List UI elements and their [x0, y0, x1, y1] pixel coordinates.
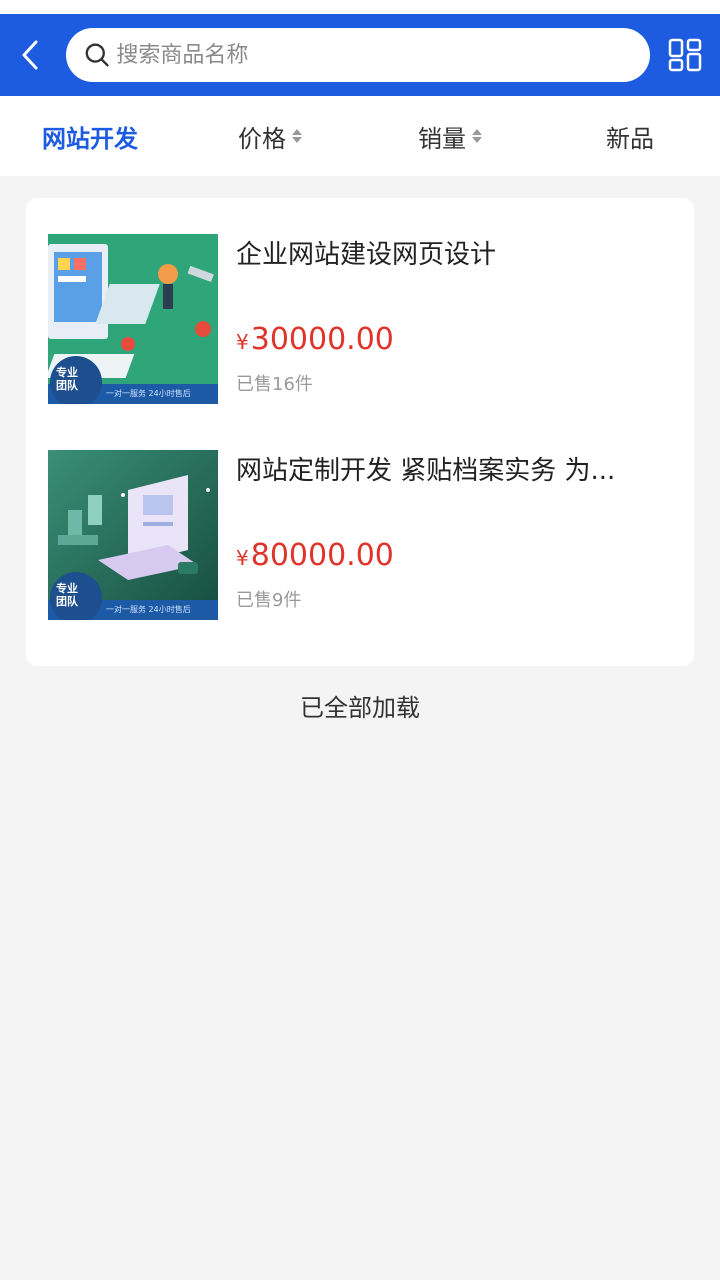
- badge-line1: 专业: [56, 366, 78, 379]
- back-button[interactable]: [20, 33, 54, 77]
- filter-category[interactable]: 网站开发: [0, 119, 180, 154]
- badge-line2: 团队: [56, 595, 78, 608]
- product-title: 网站定制开发 紧贴档案实务 为...: [236, 456, 616, 486]
- chevron-left-icon: [22, 40, 38, 70]
- currency-symbol: ¥: [236, 546, 249, 570]
- product-price: ¥30000.00: [236, 322, 672, 360]
- grid-view-icon: [668, 38, 702, 72]
- top-bar: [0, 14, 720, 96]
- filter-category-label: 网站开发: [42, 124, 138, 153]
- layout-toggle-button[interactable]: [668, 38, 702, 72]
- filter-new[interactable]: 新品: [540, 119, 720, 154]
- product-price: ¥80000.00: [236, 538, 672, 576]
- product-list: 专业 团队 一对一服务 24小时售后 企业网站建设网页设计 ¥30000.00 …: [26, 198, 694, 666]
- filter-price-label: 价格: [238, 124, 286, 153]
- price-value: 80000.00: [250, 538, 394, 573]
- sold-count: 已售9件: [236, 590, 302, 611]
- product-info: 企业网站建设网页设计 ¥30000.00 已售16件: [218, 234, 672, 406]
- currency-symbol: ¥: [236, 330, 249, 354]
- search-input[interactable]: [116, 42, 632, 68]
- product-item[interactable]: 专业 团队 一对一服务 24小时售后 网站定制开发 紧贴档案实务 为... ¥8…: [48, 450, 672, 622]
- product-image: 专业 团队 一对一服务 24小时售后: [48, 234, 218, 404]
- search-bar[interactable]: [66, 28, 650, 82]
- product-item[interactable]: 专业 团队 一对一服务 24小时售后 企业网站建设网页设计 ¥30000.00 …: [48, 234, 672, 406]
- product-banner: 一对一服务 24小时售后: [106, 389, 191, 398]
- sort-arrows-icon: [472, 129, 482, 143]
- product-title: 企业网站建设网页设计: [236, 240, 497, 270]
- filter-sales[interactable]: 销量: [360, 119, 540, 154]
- filter-new-label: 新品: [606, 124, 654, 153]
- status-bar: [0, 0, 720, 14]
- sold-count: 已售16件: [236, 374, 313, 395]
- badge-line1: 专业: [56, 582, 78, 595]
- sort-arrows-icon: [292, 129, 302, 143]
- filter-price[interactable]: 价格: [180, 119, 360, 154]
- filter-sales-label: 销量: [418, 124, 466, 153]
- filter-bar: 网站开发 价格 销量 新品: [0, 96, 720, 176]
- price-value: 30000.00: [250, 322, 394, 357]
- search-icon: [85, 43, 109, 67]
- product-banner: 一对一服务 24小时售后: [106, 605, 191, 614]
- badge-line2: 团队: [56, 379, 78, 392]
- product-image: 专业 团队 一对一服务 24小时售后: [48, 450, 218, 620]
- all-loaded-text: 已全部加载: [300, 694, 420, 722]
- product-info: 网站定制开发 紧贴档案实务 为... ¥80000.00 已售9件: [218, 450, 672, 622]
